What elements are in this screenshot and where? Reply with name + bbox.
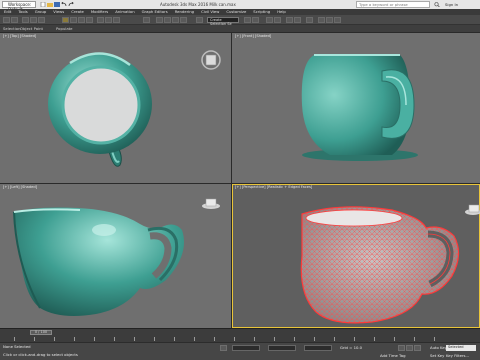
top-view-teapot xyxy=(48,50,221,167)
viewcube-compass-icon[interactable] xyxy=(201,50,221,70)
select-object-icon[interactable] xyxy=(62,17,69,23)
graphite-toggle-icon[interactable] xyxy=(274,17,281,23)
viewcube-home-icon[interactable] xyxy=(465,204,480,215)
ribbon-tabs: Selection Object Paint Populate xyxy=(0,25,480,33)
region-select-icon[interactable] xyxy=(78,17,85,23)
grid-readout: Grid = 10.0 xyxy=(340,345,363,350)
select-by-name-icon[interactable] xyxy=(70,17,77,23)
render-teapot-icon[interactable] xyxy=(334,17,341,23)
sign-in-link[interactable]: Sign In xyxy=(445,1,458,8)
lock-selection-icon[interactable] xyxy=(220,345,227,351)
viewport-label-perspective[interactable]: [+] [Perspective] [Realistic + Edged Fac… xyxy=(235,185,312,190)
z-coordinate-field[interactable] xyxy=(304,345,332,351)
mirror-icon[interactable] xyxy=(244,17,251,23)
search-icon[interactable] xyxy=(434,2,440,8)
viewport-top[interactable]: [+] [Top] [Shaded] xyxy=(0,33,231,183)
edit-named-selection-icon[interactable] xyxy=(196,17,203,23)
viewport-area: [+] [Top] [Shaded] [+] [Front] [Shaded] … xyxy=(0,33,480,328)
undo-button[interactable] xyxy=(3,17,10,23)
key-filters-button[interactable]: Key Filters... xyxy=(446,353,469,358)
title-bar: Workspace: Default Autodesk 3ds Max 2016… xyxy=(0,0,480,12)
redo-icon[interactable] xyxy=(68,1,74,7)
viewport-perspective[interactable]: [+] [Perspective] [Realistic + Edged Fac… xyxy=(232,184,480,328)
viewport-label-front[interactable]: [+] [Front] [Shaded] xyxy=(235,34,271,39)
scale-icon[interactable] xyxy=(113,17,120,23)
bind-space-warp-icon[interactable] xyxy=(38,17,45,23)
key-mode-dropdown[interactable]: Selected xyxy=(446,345,476,351)
spinner-snap-icon[interactable] xyxy=(180,17,187,23)
align-icon[interactable] xyxy=(252,17,259,23)
unlink-icon[interactable] xyxy=(30,17,37,23)
angle-snap-icon[interactable] xyxy=(164,17,171,23)
named-selection-sets-dropdown[interactable]: Create Selection Se xyxy=(207,17,239,26)
play-icon[interactable] xyxy=(398,345,405,351)
percent-snap-icon[interactable] xyxy=(172,17,179,23)
go-to-end-icon[interactable] xyxy=(406,345,413,351)
selection-status: None Selected xyxy=(3,344,31,349)
ribbon-tab-populate[interactable]: Populate xyxy=(56,25,73,33)
front-view-teapot xyxy=(301,54,418,161)
rotate-icon[interactable] xyxy=(105,17,112,23)
open-file-icon[interactable] xyxy=(47,2,53,7)
set-key-button[interactable]: Set Key xyxy=(430,353,444,358)
viewport-label-left[interactable]: [+] [Left] [Shaded] xyxy=(3,185,37,190)
y-coordinate-field[interactable] xyxy=(268,345,296,351)
curve-editor-icon[interactable] xyxy=(286,17,293,23)
perspective-view-teapot xyxy=(300,204,480,324)
window-title: Autodesk 3ds Max 2016 Milk can.max xyxy=(160,2,236,7)
viewport-left[interactable]: [+] [Left] [Shaded] xyxy=(0,184,231,328)
x-coordinate-field[interactable] xyxy=(232,345,260,351)
redo-button[interactable] xyxy=(11,17,18,23)
schematic-view-icon[interactable] xyxy=(294,17,301,23)
snaps-toggle-icon[interactable] xyxy=(156,17,163,23)
rendered-frame-icon[interactable] xyxy=(326,17,333,23)
save-icon[interactable] xyxy=(54,2,60,7)
prompt-line: Click or click-and-drag to select object… xyxy=(3,352,78,357)
move-icon[interactable] xyxy=(97,17,104,23)
left-view-teapot xyxy=(13,198,220,316)
window-crossing-icon[interactable] xyxy=(86,17,93,23)
add-time-tag-button[interactable]: Add Time Tag xyxy=(380,353,405,358)
pivot-icon[interactable] xyxy=(143,17,150,23)
status-bar: None Selected Click or click-and-drag to… xyxy=(0,342,480,360)
viewport-label-top[interactable]: [+] [Top] [Shaded] xyxy=(3,34,36,39)
search-input[interactable]: Type a keyword or phrase xyxy=(356,1,430,8)
workspace-selector[interactable]: Workspace: Default xyxy=(2,1,36,12)
time-slider-area: 0 / 100 xyxy=(0,328,480,342)
zoom-extents-icon[interactable] xyxy=(414,345,421,351)
ribbon-tab-object-paint[interactable]: Object Paint xyxy=(20,25,43,33)
layer-explorer-icon[interactable] xyxy=(266,17,273,23)
ribbon-tab-selection[interactable]: Selection xyxy=(3,25,21,33)
material-editor-icon[interactable] xyxy=(306,17,313,23)
auto-key-button[interactable]: Auto Key xyxy=(430,345,447,350)
viewcube-teapot-icon[interactable] xyxy=(202,198,220,209)
link-icon[interactable] xyxy=(22,17,29,23)
new-file-icon[interactable] xyxy=(40,1,46,8)
time-slider[interactable]: 0 / 100 xyxy=(30,330,52,335)
main-toolbar: Create Selection Se xyxy=(0,15,480,26)
undo-icon[interactable] xyxy=(61,1,67,7)
viewport-front[interactable]: [+] [Front] [Shaded] xyxy=(232,33,480,183)
render-setup-icon[interactable] xyxy=(318,17,325,23)
